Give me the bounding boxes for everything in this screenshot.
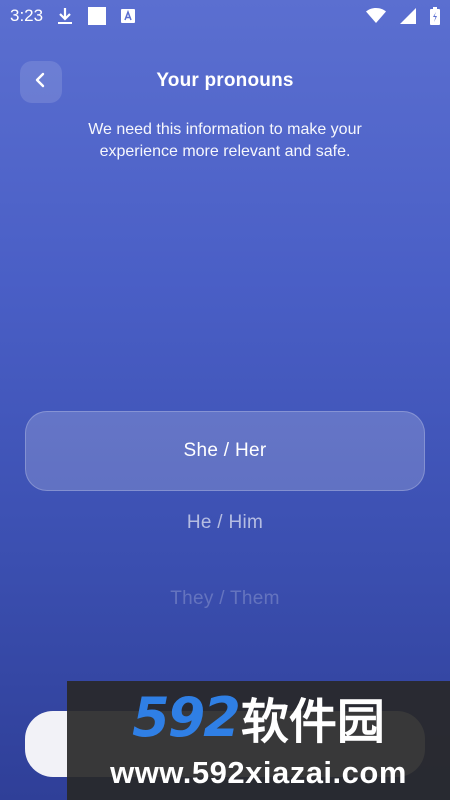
square-icon xyxy=(87,6,107,26)
battery-icon xyxy=(430,7,440,25)
wifi-icon xyxy=(366,8,386,24)
page-title: Your pronouns xyxy=(156,70,294,91)
signal-icon xyxy=(400,8,416,24)
status-bar-left: 3:23 xyxy=(10,6,136,26)
pronoun-option-he-him[interactable]: He / Him xyxy=(25,512,425,534)
pronoun-option-they-them[interactable]: They / Them xyxy=(25,588,425,610)
status-bar-right xyxy=(366,7,440,25)
watermark-number: 592 xyxy=(132,685,241,749)
pronoun-option-she-her[interactable]: She / Her xyxy=(25,411,425,491)
status-bar: 3:23 xyxy=(0,0,450,32)
watermark-url: www.592xiazai.com xyxy=(110,755,407,790)
a-box-icon xyxy=(121,9,136,23)
page-subtitle: We need this information to make your ex… xyxy=(88,121,362,160)
watermark-banner: 592 软件园 www.592xiazai.com xyxy=(67,681,450,800)
watermark-logo: 592 软件园 xyxy=(67,685,450,751)
download-icon xyxy=(57,7,73,25)
status-time: 3:23 xyxy=(10,6,44,25)
watermark-brand-text: 软件园 xyxy=(240,694,385,750)
